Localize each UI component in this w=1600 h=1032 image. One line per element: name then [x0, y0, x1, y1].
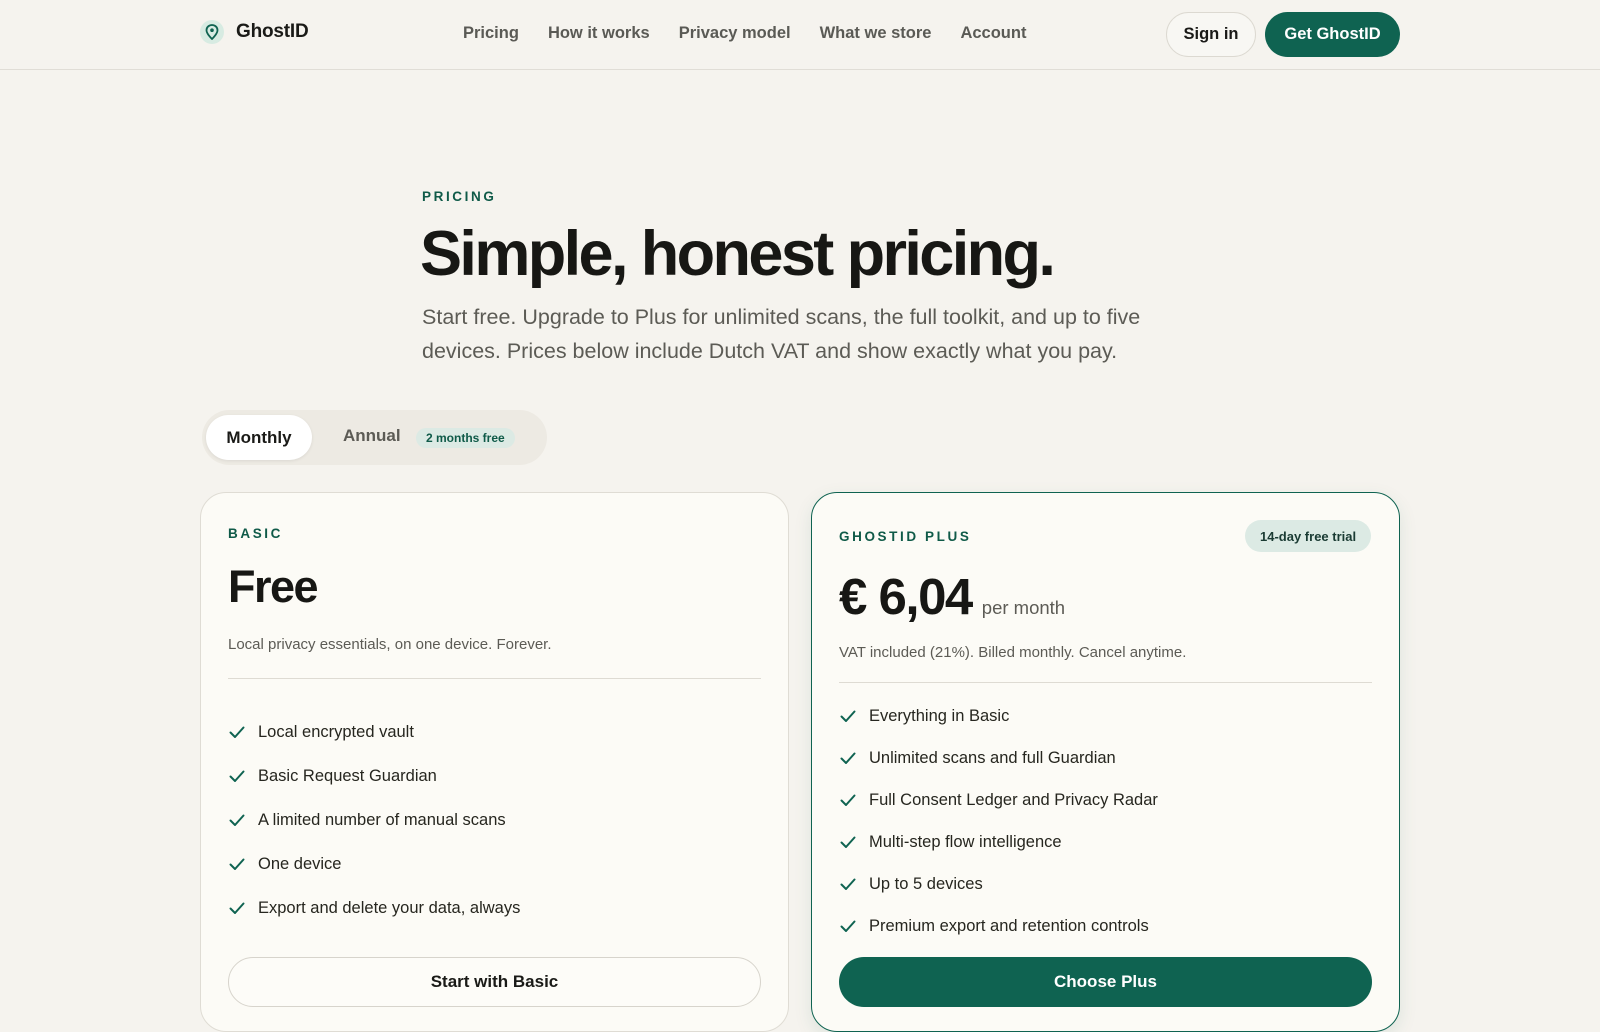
feature-label: One device	[258, 854, 342, 873]
nav-link-what-we-store[interactable]: What we store	[820, 24, 932, 43]
feature-item: Export and delete your data, always	[228, 886, 520, 930]
feature-label: Up to 5 devices	[869, 874, 983, 893]
get-ghostid-button[interactable]: Get GhostID	[1265, 12, 1400, 57]
check-icon	[229, 726, 245, 738]
feature-label: Multi-step flow intelligence	[869, 832, 1062, 851]
check-icon	[229, 770, 245, 782]
check-icon	[229, 902, 245, 914]
check-icon	[840, 878, 856, 890]
page-subtitle: Start free. Upgrade to Plus for unlimite…	[422, 305, 1141, 363]
check-icon	[229, 814, 245, 826]
location-pin-icon	[200, 20, 224, 44]
feature-label: Local encrypted vault	[258, 722, 414, 741]
check-icon	[840, 836, 856, 848]
annual-discount-badge: 2 months free	[416, 428, 515, 448]
feature-item: Unlimited scans and full Guardian	[839, 737, 1158, 779]
feature-label: Unlimited scans and full Guardian	[869, 748, 1116, 767]
feature-item: Multi-step flow intelligence	[839, 821, 1158, 863]
plan-price-row: € 6,04 per month	[839, 567, 1065, 626]
feature-label: A limited number of manual scans	[258, 810, 506, 829]
section-eyebrow: PRICING	[422, 189, 497, 204]
divider	[228, 678, 761, 679]
billing-annual-option[interactable]: Annual	[343, 426, 401, 446]
plan-label: BASIC	[228, 526, 284, 541]
nav-link-account[interactable]: Account	[960, 24, 1026, 43]
plan-label: GHOSTID PLUS	[839, 529, 972, 544]
brand-name: GhostID	[236, 21, 309, 42]
check-icon	[840, 710, 856, 722]
feature-item: Up to 5 devices	[839, 863, 1158, 905]
nav-link-privacy-model[interactable]: Privacy model	[679, 24, 791, 43]
plan-price: € 6,04	[839, 568, 973, 625]
feature-label: Basic Request Guardian	[258, 766, 437, 785]
page-title: Simple, honest pricing.	[420, 219, 1056, 289]
plan-card-basic: BASIC Free Local privacy essentials, on …	[200, 492, 789, 1032]
feature-item: A limited number of manual scans	[228, 798, 520, 842]
feature-list: Everything in Basic Unlimited scans and …	[839, 695, 1158, 947]
feature-label: Export and delete your data, always	[258, 898, 521, 917]
feature-list: Local encrypted vault Basic Request Guar…	[228, 710, 520, 930]
check-icon	[229, 858, 245, 870]
trial-badge: 14-day free trial	[1245, 520, 1372, 552]
billing-monthly-option[interactable]: Monthly	[206, 415, 312, 460]
nav-link-pricing[interactable]: Pricing	[463, 24, 519, 43]
check-icon	[840, 794, 856, 806]
top-nav: GhostID Pricing How it works Privacy mod…	[0, 0, 1600, 70]
check-icon	[840, 920, 856, 932]
plan-price: Free	[228, 561, 319, 612]
feature-label: Everything in Basic	[869, 706, 1010, 725]
feature-label: Full Consent Ledger and Privacy Radar	[869, 790, 1158, 809]
nav-link-how-it-works[interactable]: How it works	[548, 24, 650, 43]
feature-item: Full Consent Ledger and Privacy Radar	[839, 779, 1158, 821]
billing-toggle: Monthly Annual 2 months free	[202, 410, 547, 465]
feature-item: Everything in Basic	[839, 695, 1158, 737]
plan-card-plus: GHOSTID PLUS 14-day free trial € 6,04 pe…	[811, 492, 1400, 1032]
feature-label: Premium export and retention controls	[869, 916, 1149, 935]
check-icon	[840, 752, 856, 764]
divider	[839, 682, 1372, 683]
sign-in-button[interactable]: Sign in	[1166, 12, 1256, 57]
feature-item: One device	[228, 842, 520, 886]
brand[interactable]: GhostID	[200, 20, 309, 44]
plan-description: Local privacy essentials, on one device.…	[228, 636, 552, 653]
plan-period: per month	[981, 597, 1066, 618]
feature-item: Local encrypted vault	[228, 710, 520, 754]
nav-links: Pricing How it works Privacy model What …	[463, 24, 1026, 43]
feature-item: Premium export and retention controls	[839, 905, 1158, 947]
feature-item: Basic Request Guardian	[228, 754, 520, 798]
plan-description: VAT included (21%). Billed monthly. Canc…	[839, 644, 1187, 661]
